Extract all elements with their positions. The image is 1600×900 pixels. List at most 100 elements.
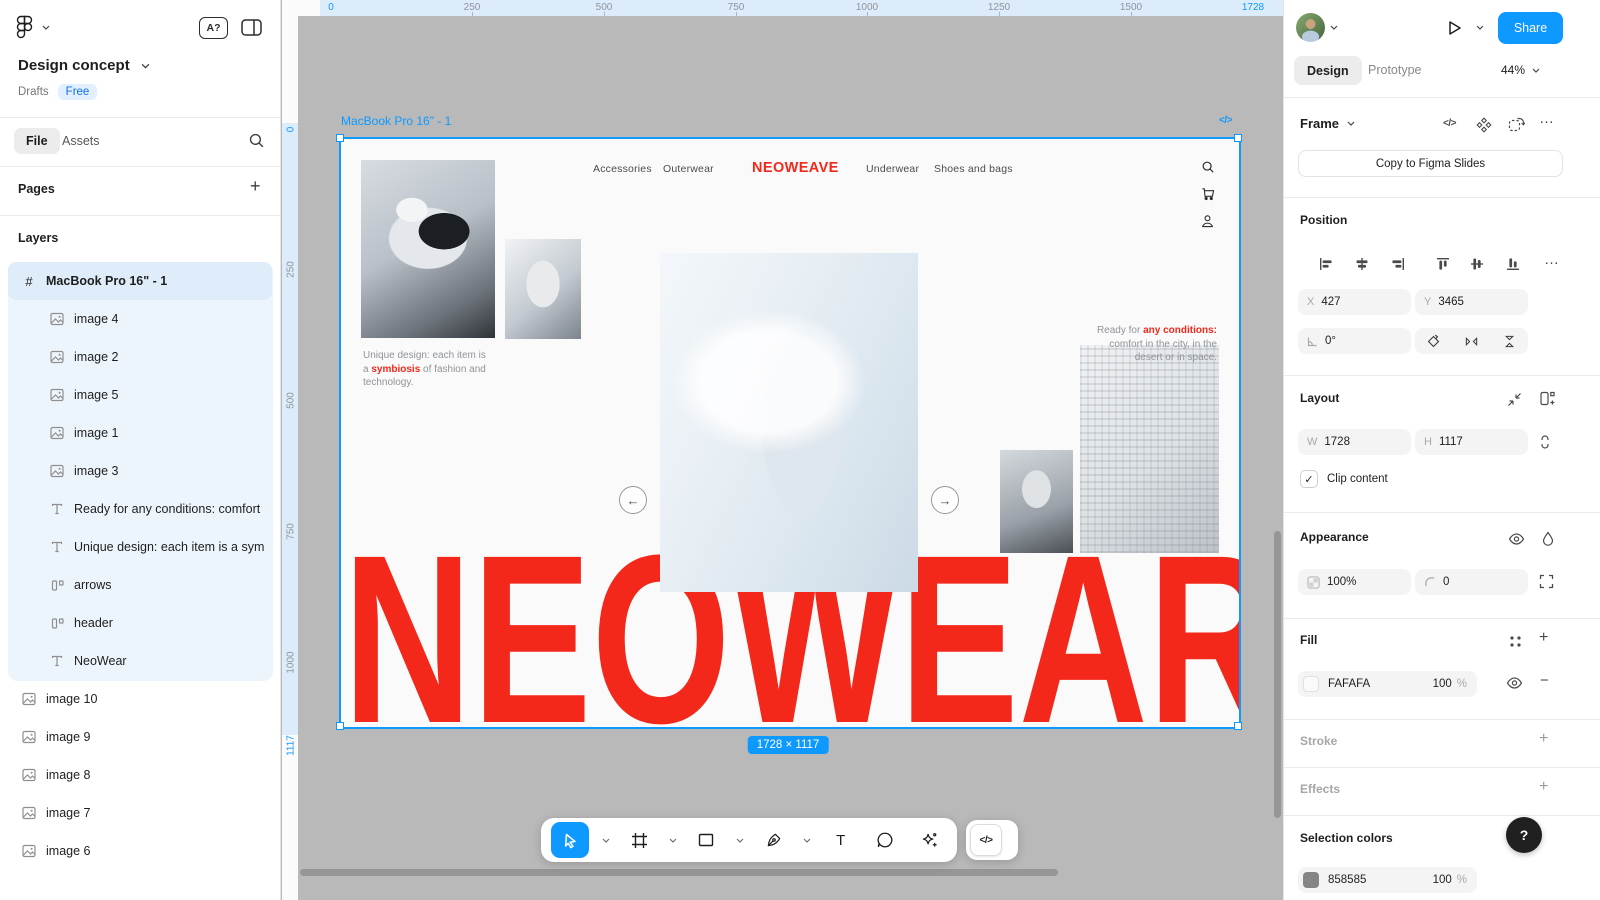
expand-icon[interactable]	[1539, 574, 1554, 589]
tagline-right[interactable]: Ready for any conditions: comfort in the…	[1093, 324, 1217, 365]
layer-row[interactable]: Unique design: each item is a sym	[0, 528, 280, 566]
layer-row[interactable]: image 6	[0, 832, 280, 870]
blend-mode-icon[interactable]	[1542, 531, 1554, 546]
present-chevron-icon[interactable]	[1476, 25, 1484, 30]
y-position-field[interactable]: Y3465	[1415, 289, 1528, 315]
dev-mode-toggle[interactable]: </>	[966, 820, 1018, 860]
layer-row[interactable]: image 1	[0, 414, 280, 452]
add-page-button[interactable]: +	[250, 177, 261, 195]
shape-tool[interactable]	[689, 822, 723, 858]
align-h-center-icon[interactable]	[1355, 257, 1369, 271]
layer-row[interactable]: NeoWear	[0, 642, 280, 680]
nav-link[interactable]: Outerwear	[663, 163, 714, 175]
frame-type-menu[interactable]: Frame	[1300, 116, 1355, 131]
actions-tool[interactable]	[913, 822, 947, 858]
photo-silver-mask[interactable]	[505, 239, 581, 339]
move-tool[interactable]	[551, 822, 589, 858]
fill-opacity[interactable]: 100	[1433, 678, 1452, 690]
vertical-scrollbar[interactable]	[1274, 531, 1281, 818]
component-icon[interactable]	[1476, 117, 1492, 133]
plan-badge[interactable]: Free	[58, 84, 98, 100]
layer-row[interactable]: image 5	[0, 376, 280, 414]
main-menu[interactable]	[16, 15, 50, 40]
fill-swatch[interactable]	[1303, 676, 1319, 692]
layer-row[interactable]: arrows	[0, 566, 280, 604]
copy-to-slides-button[interactable]: Copy to Figma Slides	[1298, 150, 1563, 177]
breadcrumb-drafts[interactable]: Drafts	[18, 86, 49, 98]
nav-link[interactable]: Shoes and bags	[934, 163, 1013, 175]
accessibility-icon[interactable]: A?	[199, 17, 228, 39]
tab-file[interactable]: File	[14, 128, 60, 154]
frame-tool[interactable]	[622, 822, 656, 858]
fill-color-row[interactable]: FAFAFA 100 %	[1298, 671, 1477, 697]
layer-row[interactable]: image 3	[0, 452, 280, 490]
selection-handle[interactable]	[336, 722, 344, 730]
site-logo[interactable]: NEOWEAVE	[752, 160, 839, 176]
text-tool[interactable]: T	[824, 822, 858, 858]
add-effect-icon[interactable]: +	[1539, 778, 1548, 796]
search-icon[interactable]	[1201, 160, 1215, 174]
width-field[interactable]: W1728	[1298, 429, 1411, 455]
resize-to-fit-icon[interactable]	[1506, 391, 1523, 408]
frame-devmode-icon[interactable]: </>	[1219, 115, 1232, 126]
zoom-control[interactable]: 44%	[1501, 63, 1540, 77]
eye-icon[interactable]	[1508, 533, 1525, 545]
add-stroke-icon[interactable]: +	[1539, 730, 1548, 748]
tagline-left[interactable]: Unique design: each item is a symbiosis …	[363, 349, 487, 390]
photo-hooded-figure[interactable]	[1000, 450, 1073, 553]
align-v-center-icon[interactable]	[1470, 257, 1484, 271]
layer-row[interactable]: image 9	[0, 718, 280, 756]
layer-row[interactable]: Ready for any conditions: comfort	[0, 490, 280, 528]
remove-fill-icon[interactable]: −	[1540, 672, 1549, 689]
move-tool-chevron[interactable]	[600, 838, 612, 843]
clip-content-checkbox[interactable]: ✓	[1300, 470, 1318, 488]
nav-link[interactable]: Accessories	[593, 163, 652, 175]
horizontal-scrollbar[interactable]	[300, 869, 1058, 876]
present-icon[interactable]	[1445, 18, 1463, 38]
align-left-icon[interactable]	[1319, 257, 1333, 271]
comment-tool[interactable]	[868, 822, 902, 858]
flip-horizontal-icon[interactable]	[1453, 328, 1491, 354]
selection-color-swatch[interactable]	[1303, 872, 1319, 888]
user-icon[interactable]	[1201, 214, 1214, 228]
frame-tool-chevron[interactable]	[667, 838, 679, 843]
toggle-sidebar-icon[interactable]	[241, 19, 262, 36]
swap-instance-icon[interactable]	[1508, 116, 1525, 133]
align-right-icon[interactable]	[1391, 257, 1405, 271]
add-auto-layout-icon[interactable]	[1539, 390, 1556, 407]
document-title-menu[interactable]: Design concept	[18, 57, 150, 74]
align-top-icon[interactable]	[1436, 257, 1450, 271]
help-button[interactable]: ?	[1506, 817, 1542, 853]
layer-row[interactable]: image 7	[0, 794, 280, 832]
tab-assets[interactable]: Assets	[62, 134, 100, 148]
x-position-field[interactable]: X427	[1298, 289, 1411, 315]
layer-row[interactable]: image 4	[0, 300, 280, 338]
layer-row[interactable]: image 8	[0, 756, 280, 794]
selection-handle[interactable]	[1234, 134, 1242, 142]
selection-handle[interactable]	[1234, 722, 1242, 730]
photo-hero-model[interactable]	[660, 253, 918, 592]
fill-hex[interactable]: FAFAFA	[1328, 678, 1370, 690]
pen-tool-chevron[interactable]	[801, 838, 813, 843]
carousel-prev-button[interactable]: ←	[619, 486, 647, 514]
more-options-icon[interactable]: …	[1539, 110, 1555, 127]
design-frame[interactable]: Accessories Outerwear NEOWEAVE Underwear…	[339, 137, 1241, 729]
selection-color-row[interactable]: 858585 100 %	[1298, 867, 1477, 893]
search-icon[interactable]	[248, 132, 265, 149]
tab-design[interactable]: Design	[1294, 56, 1362, 85]
fill-visibility-icon[interactable]	[1506, 677, 1523, 689]
selection-handle[interactable]	[336, 134, 344, 142]
height-field[interactable]: H1117	[1415, 429, 1528, 455]
tab-prototype[interactable]: Prototype	[1368, 63, 1422, 77]
rotate-icon[interactable]	[1415, 328, 1453, 354]
account-chevron-icon[interactable]	[1330, 25, 1338, 30]
layer-row[interactable]: header	[0, 604, 280, 642]
dev-mode-icon[interactable]: </>	[1443, 118, 1456, 129]
layer-row[interactable]: image 10	[0, 680, 280, 718]
more-align-icon[interactable]: …	[1544, 251, 1560, 268]
carousel-next-button[interactable]: →	[931, 486, 959, 514]
shape-tool-chevron[interactable]	[734, 838, 746, 843]
align-bottom-icon[interactable]	[1506, 257, 1520, 271]
constrain-proportions-icon[interactable]	[1538, 434, 1552, 450]
nav-link[interactable]: Underwear	[866, 163, 919, 175]
